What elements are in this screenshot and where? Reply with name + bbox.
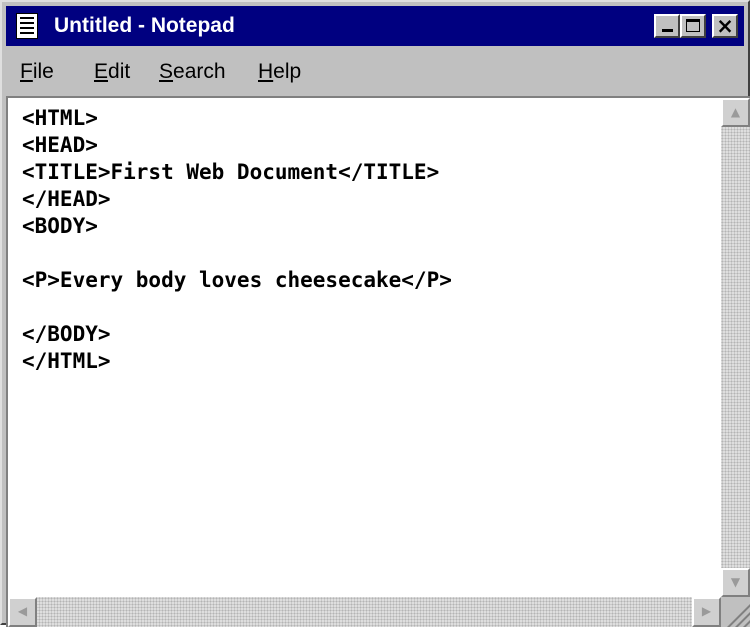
notepad-icon[interactable] [16,13,38,39]
close-icon: × [716,14,734,38]
menu-edit-mnemonic: E [94,60,109,83]
menu-bar: File Edit Search Help [6,52,744,92]
horizontal-scrollbar[interactable]: ◀ ▶ [8,597,721,627]
close-button[interactable]: × [712,14,738,38]
menu-file[interactable]: File [20,60,54,84]
menu-search[interactable]: Search [159,60,226,84]
scroll-down-button[interactable]: ▼ [721,568,750,597]
resize-grip-icon[interactable] [721,597,750,627]
menu-help[interactable]: Help [258,60,301,84]
notepad-window: Untitled - Notepad × File Edit Search He… [0,0,750,627]
scroll-right-button[interactable]: ▶ [692,597,721,627]
arrow-right-icon: ▶ [701,604,712,618]
menu-file-label: ile [32,60,54,83]
menu-edit[interactable]: Edit [94,60,130,84]
menu-edit-label: dit [108,60,131,83]
scroll-left-button[interactable]: ◀ [8,597,37,627]
minimize-button[interactable] [654,14,680,38]
vertical-scrollbar[interactable]: ▲ ▼ [721,98,750,597]
window-title: Untitled - Notepad [54,14,235,37]
arrow-up-icon: ▲ [730,105,741,119]
title-bar[interactable]: Untitled - Notepad × [6,6,744,46]
menu-help-label: elp [273,60,302,83]
maximize-button[interactable] [680,14,706,38]
menu-search-label: earch [173,60,226,83]
menu-search-mnemonic: S [159,60,174,83]
arrow-down-icon: ▼ [730,575,741,589]
minimize-icon [662,29,673,32]
arrow-left-icon: ◀ [17,604,28,618]
text-editor[interactable]: <HTML> <HEAD> <TITLE>First Web Document<… [6,96,750,627]
scroll-up-button[interactable]: ▲ [721,98,750,127]
menu-file-mnemonic: F [20,60,33,83]
menu-help-mnemonic: H [258,60,274,83]
editor-text[interactable]: <HTML> <HEAD> <TITLE>First Web Document<… [22,105,702,375]
maximize-icon [686,19,700,32]
